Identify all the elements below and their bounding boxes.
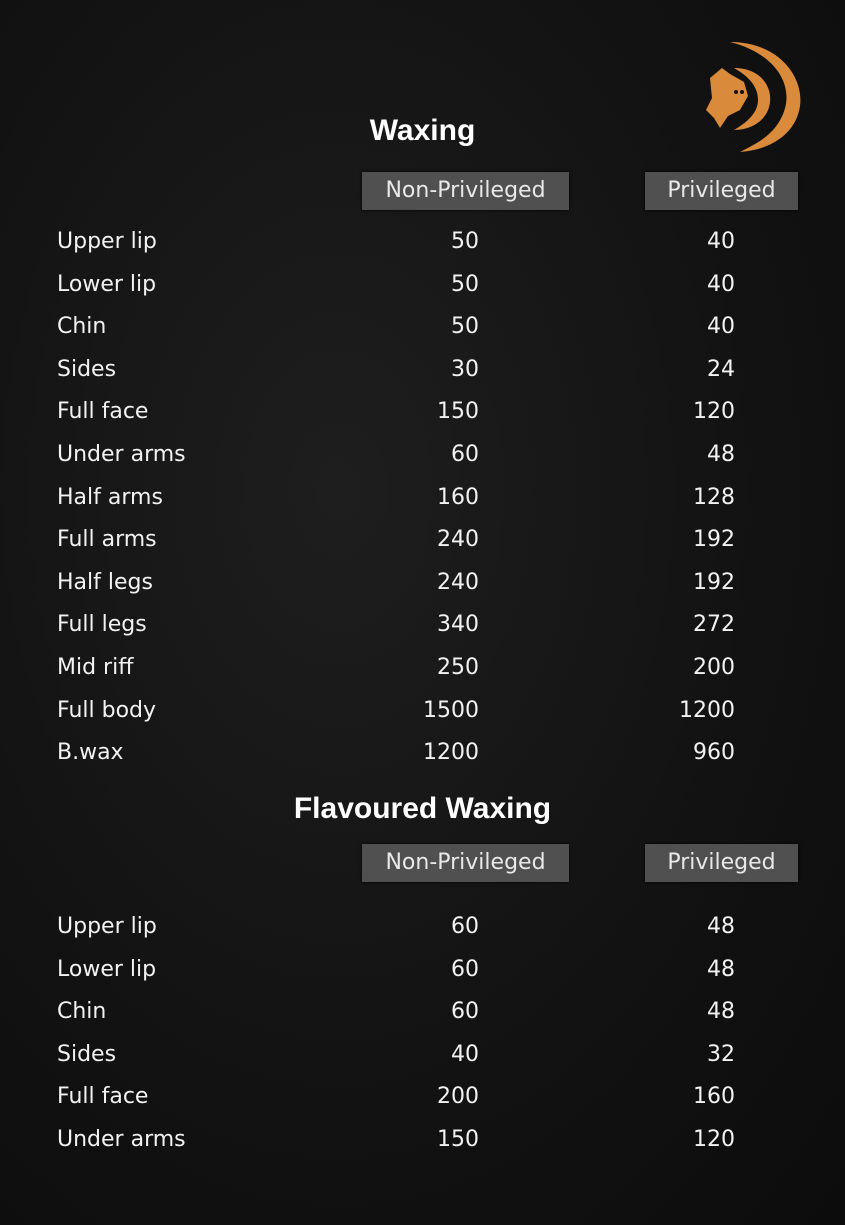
- privileged-price: 48: [707, 914, 735, 939]
- privileged-price: 48: [707, 442, 735, 467]
- privileged-price: 192: [693, 569, 735, 595]
- price-row: B.wax 1200 960: [0, 740, 845, 770]
- privileged-price: 40: [707, 229, 735, 254]
- privileged-price: 48: [707, 999, 735, 1025]
- price-row: Lower lip 60 48: [0, 957, 845, 987]
- non-privileged-price: 340: [437, 612, 479, 638]
- non-privileged-price: 60: [451, 442, 479, 467]
- price-row: Chin 50 40: [0, 314, 845, 344]
- non-privileged-price: 150: [437, 1127, 479, 1152]
- price-row: Chin 60 48: [0, 999, 845, 1029]
- non-privileged-price: 60: [451, 914, 479, 939]
- price-row: Mid riff 250 200: [0, 655, 845, 685]
- column-header-privileged: Privileged: [645, 844, 798, 882]
- non-privileged-price: 30: [451, 356, 479, 382]
- price-row: Under arms 60 48: [0, 442, 845, 472]
- privileged-price: 40: [707, 271, 735, 297]
- privileged-price: 128: [693, 484, 735, 510]
- service-name: Half legs: [57, 569, 153, 595]
- service-name: Chin: [57, 999, 107, 1025]
- price-row: Sides 40 32: [0, 1042, 845, 1072]
- section-title: Waxing: [369, 114, 476, 147]
- service-name: Sides: [57, 1041, 117, 1067]
- service-name: Upper lip: [57, 914, 157, 939]
- non-privileged-price: 1200: [423, 740, 479, 766]
- privileged-price: 160: [693, 1084, 735, 1110]
- non-privileged-price: 50: [451, 229, 479, 254]
- service-name: Half arms: [57, 484, 163, 510]
- column-header-non-privileged: Non-Privileged: [362, 172, 569, 210]
- non-privileged-price: 240: [437, 527, 479, 553]
- privileged-price: 32: [707, 1041, 735, 1067]
- privileged-price: 48: [707, 956, 735, 982]
- price-row: Full legs 340 272: [0, 612, 845, 642]
- privileged-price: 24: [707, 356, 735, 382]
- column-header-non-privileged: Non-Privileged: [362, 844, 569, 882]
- non-privileged-price: 240: [437, 569, 479, 595]
- price-row: Half arms 160 128: [0, 485, 845, 515]
- price-row: Upper lip 50 40: [0, 229, 845, 259]
- non-privileged-price: 1500: [423, 697, 479, 723]
- service-name: Full body: [57, 697, 157, 723]
- non-privileged-price: 50: [451, 314, 479, 340]
- non-privileged-price: 250: [437, 655, 479, 680]
- service-name: Lower lip: [57, 956, 157, 982]
- price-row: Sides 30 24: [0, 357, 845, 387]
- service-name: Full face: [57, 1084, 149, 1110]
- privileged-price: 120: [693, 399, 735, 425]
- privileged-price: 40: [707, 314, 735, 340]
- service-name: Upper lip: [57, 229, 157, 254]
- non-privileged-price: 200: [437, 1084, 479, 1110]
- service-name: Sides: [57, 356, 117, 382]
- service-name: Full face: [57, 399, 149, 425]
- privileged-price: 1200: [679, 697, 735, 723]
- column-header-privileged: Privileged: [645, 172, 798, 210]
- non-privileged-price: 60: [451, 956, 479, 982]
- privileged-price: 120: [693, 1127, 735, 1152]
- service-name: B.wax: [57, 740, 124, 766]
- price-row: Full arms 240 192: [0, 527, 845, 557]
- price-row: Lower lip 50 40: [0, 272, 845, 302]
- service-name: Full arms: [57, 527, 157, 553]
- price-row: Under arms 150 120: [0, 1127, 845, 1157]
- service-name: Under arms: [57, 1127, 186, 1152]
- price-row: Full face 150 120: [0, 399, 845, 429]
- non-privileged-price: 150: [437, 399, 479, 425]
- service-name: Chin: [57, 314, 107, 340]
- price-row: Half legs 240 192: [0, 570, 845, 600]
- price-row: Full face 200 160: [0, 1084, 845, 1114]
- service-name: Under arms: [57, 442, 186, 467]
- service-name: Lower lip: [57, 271, 157, 297]
- privileged-price: 960: [693, 740, 735, 766]
- privileged-price: 200: [693, 655, 735, 680]
- privileged-price: 272: [693, 612, 735, 638]
- service-name: Full legs: [57, 612, 147, 638]
- price-row: Full body 1500 1200: [0, 698, 845, 728]
- privileged-price: 192: [693, 527, 735, 553]
- non-privileged-price: 60: [451, 999, 479, 1025]
- price-row: Upper lip 60 48: [0, 914, 845, 944]
- non-privileged-price: 50: [451, 271, 479, 297]
- non-privileged-price: 160: [437, 484, 479, 510]
- section-title: Flavoured Waxing: [293, 792, 552, 825]
- service-name: Mid riff: [57, 655, 134, 680]
- non-privileged-price: 40: [451, 1041, 479, 1067]
